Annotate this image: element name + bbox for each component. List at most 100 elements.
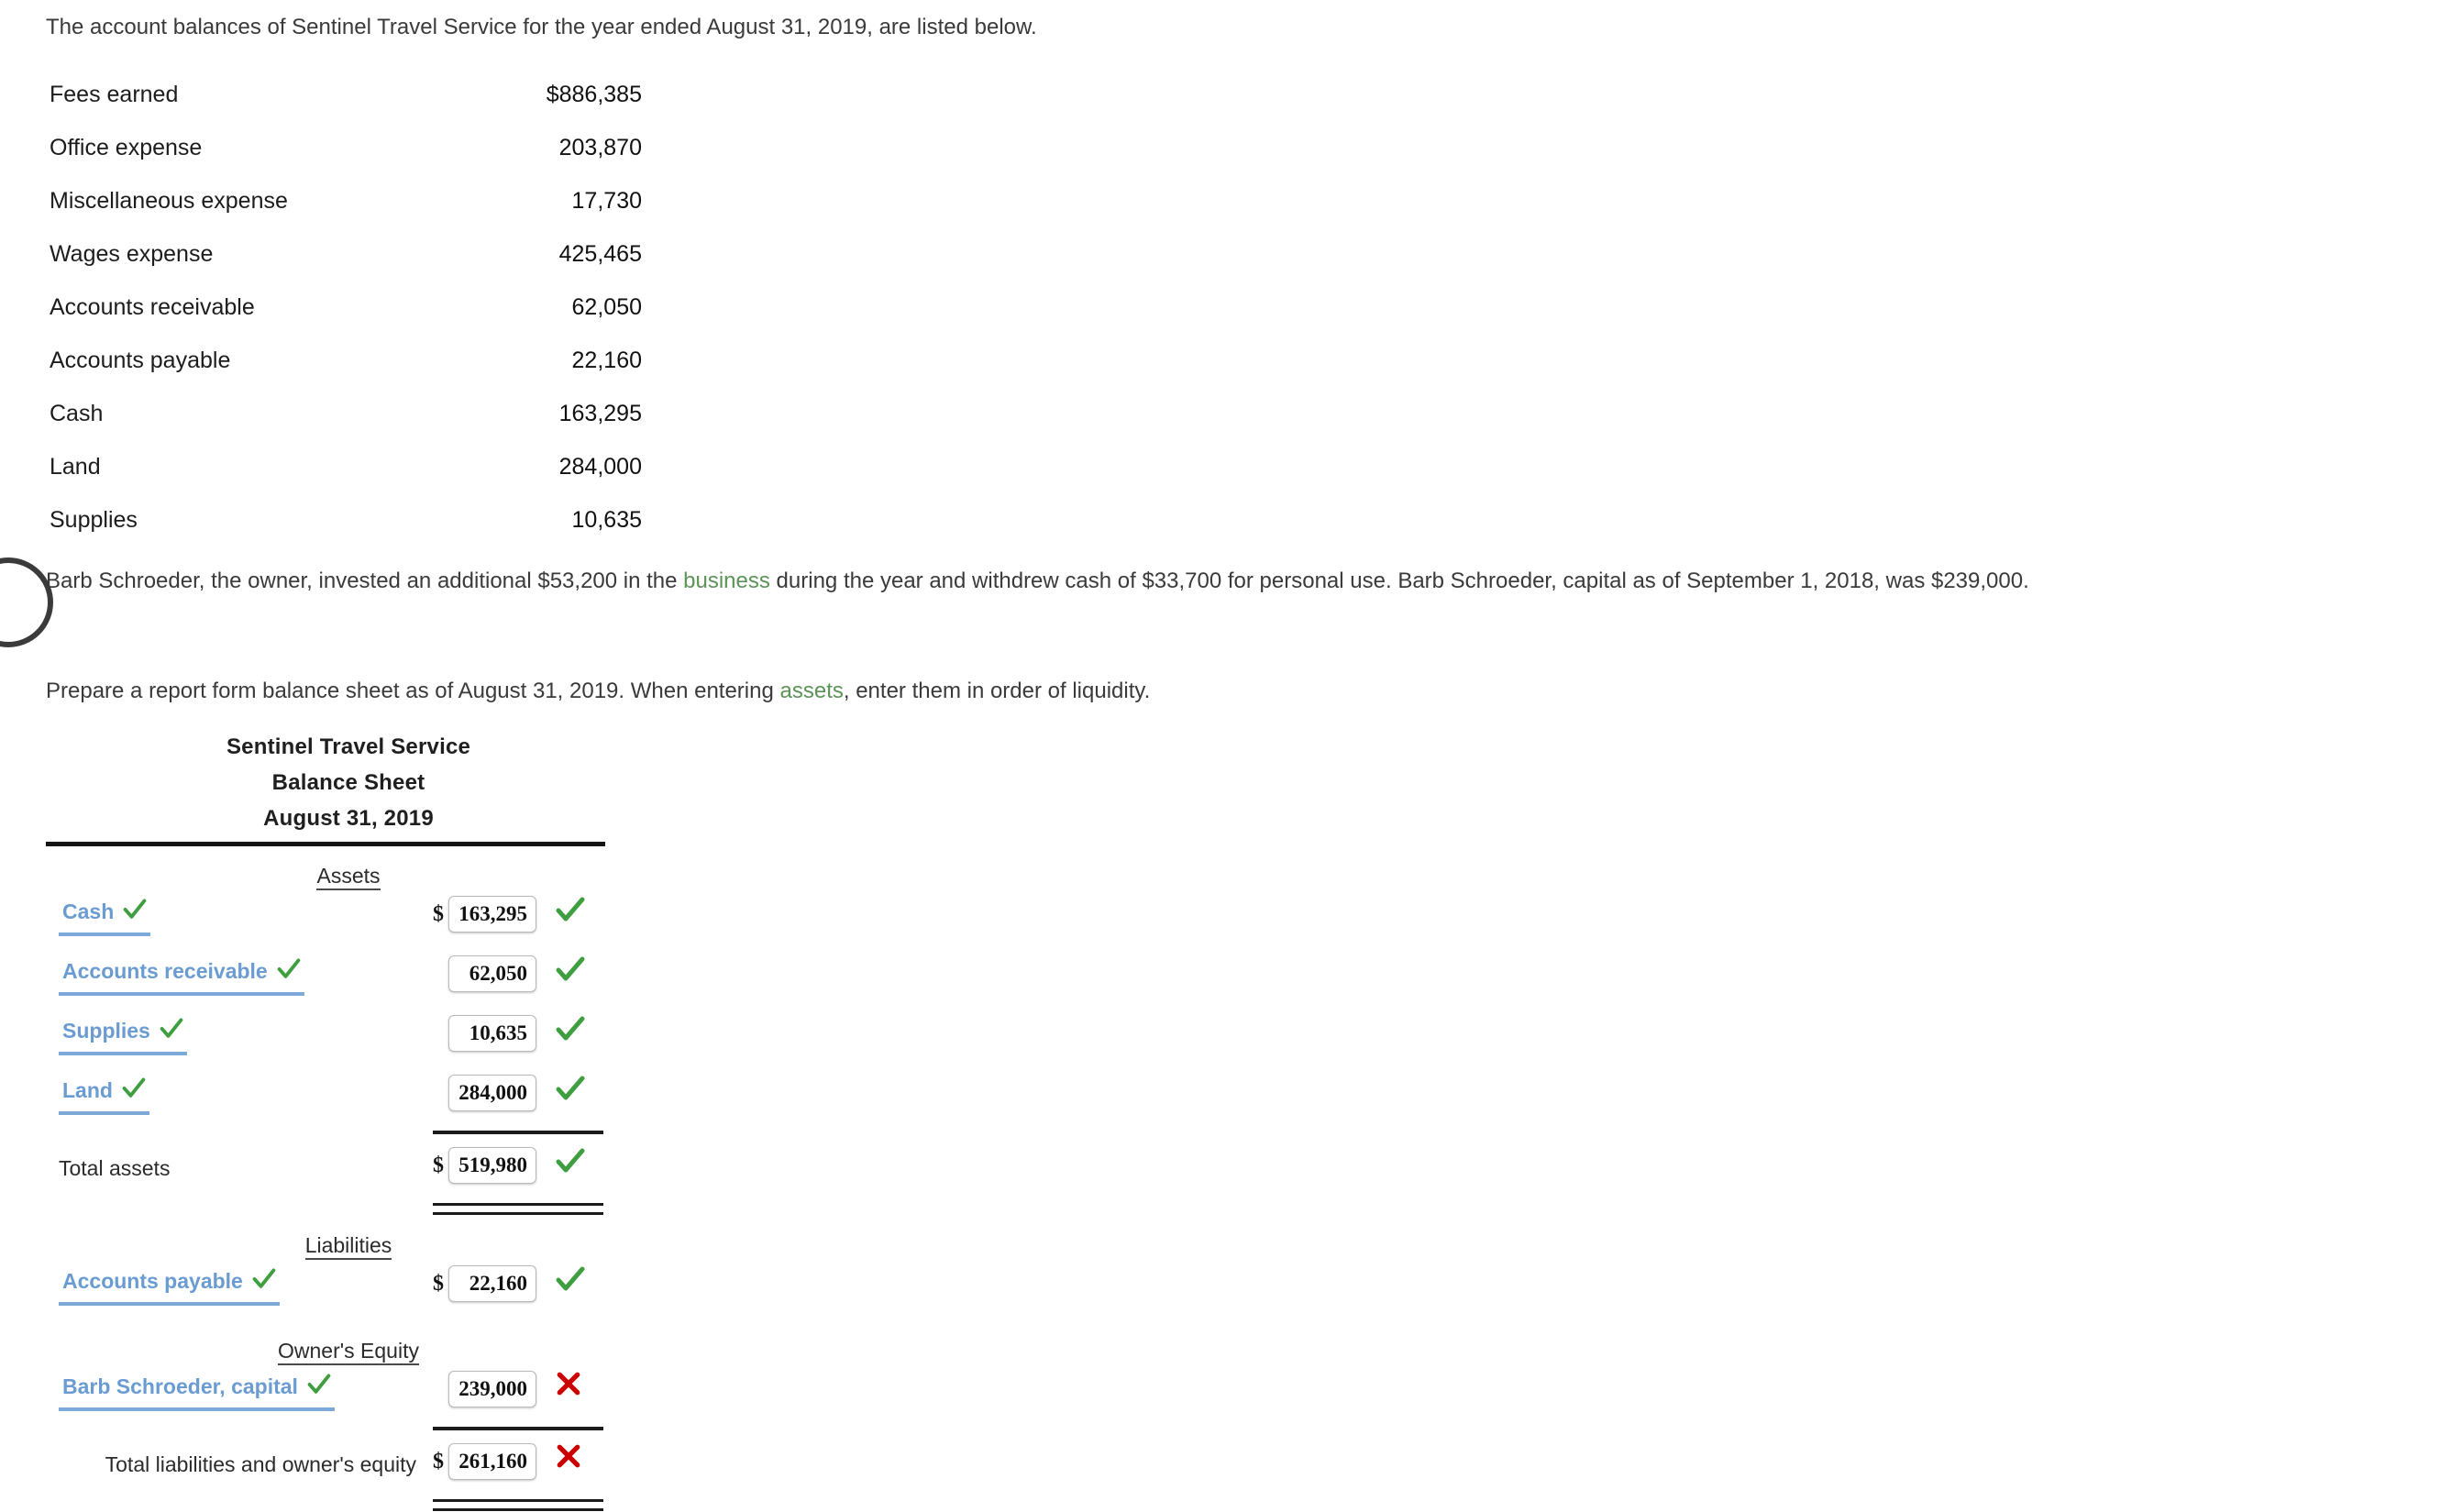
- amount-input-accounts-payable[interactable]: [448, 1265, 536, 1302]
- account-balance-row: Cash 163,295: [46, 387, 642, 440]
- account-amount: 10,635: [571, 507, 642, 533]
- account-amount: 203,870: [558, 135, 642, 160]
- owner-paragraph-part2: during the year and withdrew cash of $33…: [769, 568, 2029, 593]
- green-check-icon: [555, 1074, 586, 1109]
- intro-paragraph: The account balances of Sentinel Travel …: [46, 15, 1037, 39]
- total-assets-row: Total assets $: [0, 1143, 697, 1203]
- account-amount: 284,000: [558, 454, 642, 480]
- account-balance-row: Miscellaneous expense 17,730: [46, 174, 642, 227]
- dollar-sign: $: [433, 1272, 444, 1296]
- equity-rows-group: Barb Schroeder, capital: [0, 1367, 697, 1427]
- account-name: Accounts receivable: [50, 294, 255, 320]
- equity-row: Barb Schroeder, capital: [0, 1367, 697, 1427]
- account-select-label: Land: [62, 1078, 113, 1102]
- total-assets-top-rule: [433, 1131, 603, 1134]
- red-x-icon: [555, 1370, 586, 1405]
- asset-row: Accounts receivable: [0, 952, 697, 1011]
- total-liab-equity-row-group: Total liabilities and owner's equity $: [0, 1440, 697, 1499]
- owner-investment-paragraph: Barb Schroeder, the owner, invested an a…: [46, 564, 2439, 599]
- bs-company-name: Sentinel Travel Service: [226, 734, 471, 759]
- dollar-sign: $: [433, 902, 444, 926]
- account-select-label: Barb Schroeder, capital: [62, 1374, 298, 1398]
- account-balance-row: Supplies 10,635: [46, 493, 642, 546]
- account-select-label: Supplies: [62, 1019, 150, 1043]
- green-check-icon: [555, 1146, 586, 1181]
- liability-row: Accounts payable $: [0, 1262, 697, 1321]
- account-select-land[interactable]: Land: [59, 1076, 149, 1115]
- business-link[interactable]: business: [683, 568, 770, 593]
- amount-input-supplies[interactable]: [448, 1015, 536, 1052]
- liability-rows-group: Accounts payable $: [0, 1262, 697, 1321]
- account-select-supplies[interactable]: Supplies: [59, 1017, 187, 1055]
- account-amount: $886,385: [546, 82, 642, 107]
- account-name: Land: [50, 454, 101, 480]
- asset-row: Supplies: [0, 1011, 697, 1071]
- green-check-icon: [307, 1373, 331, 1402]
- bs-statement-date: August 31, 2019: [263, 806, 434, 831]
- account-name: Wages expense: [50, 241, 214, 267]
- amount-input-total-assets[interactable]: [448, 1147, 536, 1184]
- green-check-icon: [555, 1264, 586, 1299]
- amount-input-cash[interactable]: [448, 896, 536, 933]
- account-balance-row: Accounts payable 22,160: [46, 334, 642, 387]
- account-balances-list: Fees earned $886,385 Office expense 203,870…: [46, 68, 642, 546]
- account-name: Cash: [50, 401, 104, 426]
- dollar-sign: $: [433, 1153, 444, 1177]
- balance-sheet-form: Sentinel Travel Service Balance Sheet Au…: [0, 729, 697, 1512]
- account-balance-row: Wages expense 425,465: [46, 227, 642, 281]
- account-balance-row: Office expense 203,870: [46, 121, 642, 174]
- instruction-part1: Prepare a report form balance sheet as o…: [46, 679, 780, 703]
- asset-row: Land: [0, 1071, 697, 1131]
- amount-input-land[interactable]: [448, 1075, 536, 1111]
- account-name: Fees earned: [50, 82, 179, 107]
- account-amount: 163,295: [558, 401, 642, 426]
- account-balance-row: Fees earned $886,385: [46, 68, 642, 121]
- total-le-bottom-rule-zone: [0, 1499, 697, 1512]
- green-check-icon: [252, 1267, 276, 1297]
- account-select-label: Cash: [62, 899, 115, 923]
- instruction-paragraph: Prepare a report form balance sheet as o…: [46, 674, 2439, 709]
- account-select-label: Accounts receivable: [62, 959, 268, 983]
- static-row-label: Total assets: [59, 1156, 171, 1180]
- dollar-sign: $: [433, 1450, 444, 1473]
- account-name: Accounts payable: [50, 348, 231, 373]
- green-check-icon: [277, 957, 301, 987]
- green-check-icon: [555, 1014, 586, 1049]
- bs-statement-name: Balance Sheet: [271, 770, 425, 795]
- total-liab-equity-bottom-rule: [433, 1499, 603, 1511]
- account-amount: 22,160: [571, 348, 642, 373]
- account-select-accounts-payable[interactable]: Accounts payable: [59, 1267, 280, 1306]
- account-select-cash[interactable]: Cash: [59, 898, 151, 936]
- account-name: Office expense: [50, 135, 203, 160]
- account-amount: 62,050: [571, 294, 642, 320]
- liabilities-section-header: Liabilities: [46, 1216, 651, 1262]
- owner-paragraph-part1: Barb Schroeder, the owner, invested an a…: [46, 568, 684, 593]
- static-row-label: Total liabilities and owner's equity: [105, 1452, 416, 1476]
- instruction-part2: , enter them in order of liquidity.: [843, 679, 1151, 703]
- account-select-accounts-receivable[interactable]: Accounts receivable: [59, 957, 304, 996]
- account-select-label: Accounts payable: [62, 1269, 243, 1293]
- account-balance-row: Accounts receivable 62,050: [46, 281, 642, 334]
- total-liabilities-equity-row: Total liabilities and owner's equity $: [0, 1440, 697, 1499]
- account-balance-row: Land 284,000: [46, 440, 642, 493]
- total-assets-top-rule-zone: [0, 1131, 697, 1143]
- amount-input-accounts-receivable[interactable]: [448, 955, 536, 992]
- total-le-top-rule-zone: [0, 1427, 697, 1440]
- assets-section-header: Assets: [46, 846, 651, 892]
- total-assets-row-group: Total assets $: [0, 1143, 697, 1203]
- total-liab-equity-top-rule: [433, 1427, 603, 1430]
- assets-link[interactable]: assets: [780, 679, 844, 703]
- account-name: Supplies: [50, 507, 138, 533]
- account-select-barb-schroeder-capital[interactable]: Barb Schroeder, capital: [59, 1373, 335, 1411]
- amount-input-total-liabilities-owners-equity[interactable]: [448, 1443, 536, 1480]
- amount-input-barb-schroeder-capital[interactable]: [448, 1371, 536, 1407]
- asset-row: Cash $: [0, 892, 697, 952]
- account-name: Miscellaneous expense: [50, 188, 288, 214]
- account-amount: 17,730: [571, 188, 642, 214]
- green-check-icon: [122, 1076, 146, 1106]
- asset-rows-group: Cash $ Accounts receivable Supplies Land: [0, 892, 697, 1131]
- green-check-icon: [160, 1017, 183, 1046]
- account-amount: 425,465: [558, 241, 642, 267]
- total-assets-bottom-rule-zone: [0, 1203, 697, 1216]
- red-x-icon: [555, 1442, 586, 1477]
